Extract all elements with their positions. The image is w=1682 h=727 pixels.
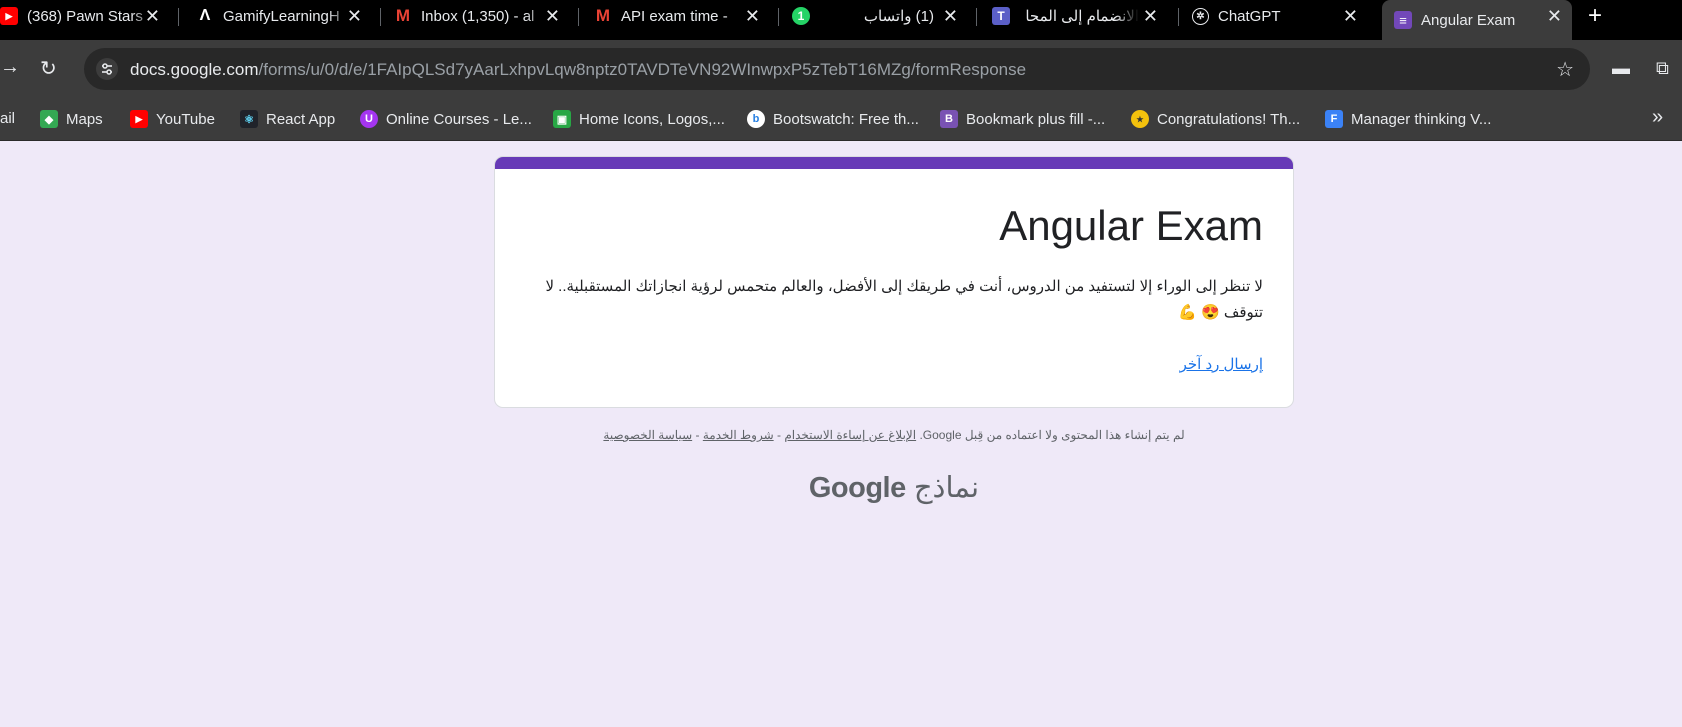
tab-strip: ▶ (368) Pawn Stars ✕ Λ GamifyLearningH ✕… bbox=[0, 0, 1682, 40]
bookmark-label: YouTube bbox=[156, 110, 215, 128]
bookmark-bootstrap-icons[interactable]: B Bookmark plus fill -... bbox=[940, 110, 1105, 128]
forms-wordmark: نماذج bbox=[913, 472, 980, 504]
reload-icon[interactable]: ↻ bbox=[40, 56, 57, 81]
bookmark-bootswatch[interactable]: b Bootswatch: Free th... bbox=[747, 110, 919, 128]
new-tab-button[interactable]: + bbox=[1588, 2, 1602, 30]
url-host: docs.google.com bbox=[130, 60, 259, 79]
tab-title: GamifyLearningH bbox=[223, 7, 340, 25]
tab-separator bbox=[1178, 8, 1179, 26]
footer-separator: - bbox=[776, 428, 781, 442]
bookmark-star-icon[interactable]: ☆ bbox=[1556, 57, 1574, 82]
bookmark-manager-thinking[interactable]: F Manager thinking V... bbox=[1325, 110, 1491, 128]
bookmark-maps[interactable]: ◆ Maps bbox=[40, 110, 103, 128]
submit-another-response-link[interactable]: إرسال رد آخر bbox=[1180, 355, 1263, 373]
tab-whatsapp[interactable]: 1 (1) واتساب ✕ bbox=[792, 0, 968, 32]
tab-angular-exam[interactable]: ≡ Angular Exam ✕ bbox=[1382, 0, 1572, 40]
tab-title: (1) واتساب bbox=[863, 8, 934, 25]
tab-inbox[interactable]: M Inbox (1,350) - al ✕ bbox=[394, 0, 570, 32]
close-icon[interactable]: ✕ bbox=[545, 6, 560, 27]
badge-icon: ★ bbox=[1131, 110, 1149, 128]
close-icon[interactable]: ✕ bbox=[1143, 6, 1158, 27]
bootswatch-icon: b bbox=[747, 110, 765, 128]
bookmark-label: Maps bbox=[66, 110, 103, 128]
bookmark-react-app[interactable]: ⚛ React App bbox=[240, 110, 335, 128]
tab-title: (368) Pawn Stars bbox=[27, 7, 143, 25]
react-icon: ⚛ bbox=[240, 110, 258, 128]
tab-title: API exam time - bbox=[621, 7, 728, 25]
tab-chatgpt[interactable]: ✲ ChatGPT ✕ bbox=[1192, 0, 1368, 32]
teams-icon: T bbox=[992, 7, 1010, 25]
bookmark-label: Manager thinking V... bbox=[1351, 110, 1492, 128]
tab-separator bbox=[778, 8, 779, 26]
bookmark-online-courses[interactable]: U Online Courses - Le... bbox=[360, 110, 532, 128]
extension-icon[interactable]: ▬ bbox=[1612, 58, 1630, 79]
tab-teams[interactable]: T الانضمام إلى المحا ✕ bbox=[992, 0, 1168, 32]
terms-link[interactable]: شروط الخدمة bbox=[703, 428, 774, 442]
freepik-icon: F bbox=[1325, 110, 1343, 128]
tab-separator bbox=[976, 8, 977, 26]
form-title: Angular Exam bbox=[999, 202, 1263, 249]
bookmarks-bar: ail ◆ Maps ▶ YouTube ⚛ React App U Online Co… bbox=[0, 100, 1682, 141]
close-icon[interactable]: ✕ bbox=[1343, 6, 1358, 27]
report-abuse-link[interactable]: الإبلاغ عن إساءة الاستخدام bbox=[784, 428, 916, 442]
close-icon[interactable]: ✕ bbox=[943, 6, 958, 27]
maps-icon: ◆ bbox=[40, 110, 58, 128]
bookmark-gmail[interactable]: ail bbox=[0, 110, 15, 127]
tab-title: Inbox (1,350) - al bbox=[421, 7, 535, 25]
browser-toolbar: → ↻ docs.google.com/forms/u/0/d/e/1FAIpQ… bbox=[0, 40, 1682, 100]
tab-gamify[interactable]: Λ GamifyLearningH ✕ bbox=[196, 0, 372, 32]
site-info-icon[interactable] bbox=[96, 58, 118, 80]
url-path: /forms/u/0/d/e/1FAIpQLSd7yAarLxhpvLqw8np… bbox=[258, 60, 1027, 79]
tab-separator bbox=[380, 8, 381, 26]
bookmark-label: Bootswatch: Free th... bbox=[773, 110, 919, 128]
tab-title: Angular Exam bbox=[1421, 11, 1516, 29]
bookmark-label: Home Icons, Logos,... bbox=[579, 110, 725, 128]
puzzle-icon[interactable]: ⧉ bbox=[1656, 58, 1669, 79]
bookmark-label: Online Courses - Le... bbox=[386, 110, 532, 128]
confirmation-message: لا تنظر إلى الوراء إلا لتستفيد من الدروس… bbox=[545, 278, 1263, 321]
bookmark-label: Congratulations! Th... bbox=[1157, 110, 1301, 128]
close-icon[interactable]: ✕ bbox=[1547, 6, 1562, 27]
bookmark-label: Bookmark plus fill -... bbox=[966, 110, 1106, 128]
tab-separator bbox=[578, 8, 579, 26]
footer-separator: - bbox=[695, 428, 700, 442]
bookmark-label: React App bbox=[266, 110, 336, 128]
forward-icon[interactable]: → bbox=[0, 56, 20, 79]
more-bookmarks-icon[interactable]: » bbox=[1652, 106, 1663, 129]
youtube-icon: ▶ bbox=[0, 7, 18, 25]
google-wordmark: Google bbox=[808, 472, 906, 504]
udemy-icon: U bbox=[360, 110, 378, 128]
privacy-link[interactable]: سياسة الخصوصية bbox=[603, 428, 692, 442]
close-icon[interactable]: ✕ bbox=[347, 6, 362, 27]
close-icon[interactable]: ✕ bbox=[745, 6, 760, 27]
bookmark-home-icons[interactable]: ▣ Home Icons, Logos,... bbox=[553, 110, 725, 128]
disclaimer-text: لم يتم إنشاء هذا المحتوى ولا اعتماده من … bbox=[919, 428, 1185, 442]
tab-separator bbox=[178, 8, 179, 26]
gmail-icon: M bbox=[395, 6, 411, 25]
card-accent-bar bbox=[495, 157, 1293, 169]
url-text[interactable]: docs.google.com/forms/u/0/d/e/1FAIpQLSd7… bbox=[130, 60, 1026, 80]
tab-title: الانضمام إلى المحا bbox=[1025, 8, 1139, 25]
close-icon[interactable]: ✕ bbox=[145, 6, 160, 27]
forms-icon: ≡ bbox=[1394, 11, 1412, 29]
bookmark-youtube[interactable]: ▶ YouTube bbox=[130, 110, 215, 128]
bootstrap-icon: B bbox=[940, 110, 958, 128]
google-forms-logo[interactable]: Google نماذج bbox=[494, 470, 1294, 505]
tab-api-exam[interactable]: M API exam time - ✕ bbox=[594, 0, 770, 32]
chatgpt-icon: ✲ bbox=[1192, 7, 1209, 25]
footer-disclaimer: لم يتم إنشاء هذا المحتوى ولا اعتماده من … bbox=[494, 428, 1294, 442]
whatsapp-icon: 1 bbox=[792, 7, 810, 25]
tab-title: ChatGPT bbox=[1218, 7, 1281, 25]
youtube-icon: ▶ bbox=[130, 110, 148, 128]
form-response-card: Angular Exam لا تنظر إلى الوراء إلا لتست… bbox=[494, 156, 1294, 408]
tab-youtube[interactable]: ▶ (368) Pawn Stars ✕ bbox=[0, 0, 170, 32]
icons-site-icon: ▣ bbox=[553, 110, 571, 128]
address-bar[interactable]: docs.google.com/forms/u/0/d/e/1FAIpQLSd7… bbox=[84, 48, 1590, 90]
app-icon: Λ bbox=[199, 7, 211, 24]
gmail-icon: M bbox=[595, 6, 611, 25]
bookmark-label: ail bbox=[0, 110, 16, 127]
bookmark-congratulations[interactable]: ★ Congratulations! Th... bbox=[1131, 110, 1300, 128]
